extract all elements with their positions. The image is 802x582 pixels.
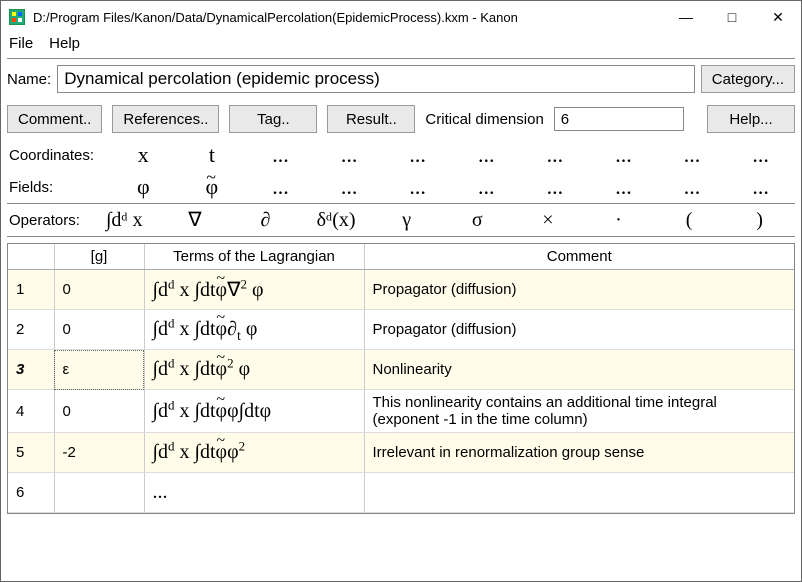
minimize-button[interactable]: — [663,1,709,33]
row-comment[interactable]: Irrelevant in renormalization group sens… [364,433,794,473]
help-button[interactable]: Help... [707,105,795,133]
window-controls: — □ ✕ [663,1,801,33]
row-g[interactable]: 0 [54,270,144,310]
row-index[interactable]: 4 [8,390,54,433]
coordinate-cell-6[interactable]: ... [521,141,590,169]
row-term[interactable]: ∫dd x ∫dtφ∇2 φ [144,270,364,310]
col-header-g[interactable]: [g] [54,244,144,270]
coordinate-cell-5[interactable]: ... [452,141,521,169]
operator-cell-8[interactable]: ( [654,206,725,234]
table-row[interactable]: 6... [8,473,794,513]
menubar: File Help [1,33,801,58]
row-term[interactable]: ∫dd x ∫dtφφ2 [144,433,364,473]
references-button[interactable]: References.. [112,105,219,133]
category-button[interactable]: Category... [701,65,795,93]
field-cell-4[interactable]: ... [383,173,452,201]
operator-cell-7[interactable]: · [583,206,654,234]
table-row[interactable]: 20∫dd x ∫dtφ∂t φPropagator (diffusion) [8,310,794,350]
operator-cell-5[interactable]: σ [442,206,513,234]
field-cell-5[interactable]: ... [452,173,521,201]
lagrangian-table: [g] Terms of the Lagrangian Comment 10∫d… [7,243,795,514]
fields-label: Fields: [9,179,109,196]
critical-dimension-label: Critical dimension [425,111,543,128]
operator-cell-1[interactable]: ∇ [160,206,231,234]
row-g[interactable]: -2 [54,433,144,473]
name-input[interactable] [57,65,695,93]
row-index[interactable]: 3 [8,350,54,390]
row-comment[interactable]: This nonlinearity contains an additional… [364,390,794,433]
row-term[interactable]: ∫dd x ∫dtφ2 φ [144,350,364,390]
coordinate-cell-7[interactable]: ... [589,141,658,169]
table-row[interactable]: 5-2∫dd x ∫dtφφ2Irrelevant in renormaliza… [8,433,794,473]
app-icon [9,9,25,25]
field-cell-1[interactable]: φ [178,173,247,201]
row-comment[interactable]: Propagator (diffusion) [364,270,794,310]
menu-help[interactable]: Help [49,35,80,52]
operator-cell-6[interactable]: × [513,206,584,234]
row-comment[interactable]: Nonlinearity [364,350,794,390]
result-button[interactable]: Result.. [327,105,415,133]
row-comment[interactable]: Propagator (diffusion) [364,310,794,350]
col-header-comment[interactable]: Comment [364,244,794,270]
col-header-index[interactable] [8,244,54,270]
operator-cell-9[interactable]: ) [724,206,795,234]
close-button[interactable]: ✕ [755,1,801,33]
critical-dimension-input[interactable] [554,107,684,131]
row-g[interactable]: 0 [54,390,144,433]
operator-cell-3[interactable]: δᵈ(x) [301,206,372,234]
row-index[interactable]: 1 [8,270,54,310]
table-row[interactable]: 10∫dd x ∫dtφ∇2 φPropagator (diffusion) [8,270,794,310]
coordinates-label: Coordinates: [9,147,109,164]
field-cell-9[interactable]: ... [726,173,795,201]
coordinate-cell-9[interactable]: ... [726,141,795,169]
name-label: Name: [7,71,51,88]
titlebar: D:/Program Files/Kanon/Data/DynamicalPer… [1,1,801,33]
operator-cell-4[interactable]: γ [371,206,442,234]
row-term[interactable]: ... [144,473,364,513]
table-row[interactable]: 3ε∫dd x ∫dtφ2 φNonlinearity [8,350,794,390]
coordinate-cell-8[interactable]: ... [658,141,727,169]
separator [7,236,795,237]
field-cell-8[interactable]: ... [658,173,727,201]
coordinates-row: Coordinates: xt........................ [1,139,801,171]
row-comment[interactable] [364,473,794,513]
field-cell-3[interactable]: ... [315,173,384,201]
coordinate-cell-0[interactable]: x [109,141,178,169]
table-row[interactable]: 40∫dd x ∫dtφφ∫dtφThis nonlinearity conta… [8,390,794,433]
coordinate-cell-3[interactable]: ... [315,141,384,169]
maximize-button[interactable]: □ [709,1,755,33]
window-title: D:/Program Files/Kanon/Data/DynamicalPer… [33,10,663,25]
row-term[interactable]: ∫dd x ∫dtφφ∫dtφ [144,390,364,433]
table-header-row: [g] Terms of the Lagrangian Comment [8,244,794,270]
row-g[interactable]: ε [54,350,144,390]
field-cell-6[interactable]: ... [521,173,590,201]
toolbar-row: Comment.. References.. Tag.. Result.. Cr… [1,99,801,139]
field-cell-2[interactable]: ... [246,173,315,201]
operator-cell-0[interactable]: ∫dᵈ x [89,206,160,234]
operators-row: Operators: ∫dᵈ x∇∂δᵈ(x)γσ×·() [1,204,801,236]
row-index[interactable]: 5 [8,433,54,473]
field-cell-0[interactable]: φ [109,173,178,201]
col-header-terms[interactable]: Terms of the Lagrangian [144,244,364,270]
tag-button[interactable]: Tag.. [229,105,317,133]
name-row: Name: Category... [1,59,801,99]
field-cell-7[interactable]: ... [589,173,658,201]
row-index[interactable]: 2 [8,310,54,350]
coordinate-cell-4[interactable]: ... [383,141,452,169]
row-g[interactable] [54,473,144,513]
row-term[interactable]: ∫dd x ∫dtφ∂t φ [144,310,364,350]
menu-file[interactable]: File [9,35,33,52]
operator-cell-2[interactable]: ∂ [230,206,301,234]
fields-row: Fields: φφ........................ [1,171,801,203]
row-index[interactable]: 6 [8,473,54,513]
operators-label: Operators: [9,212,89,229]
comment-button[interactable]: Comment.. [7,105,102,133]
coordinate-cell-2[interactable]: ... [246,141,315,169]
row-g[interactable]: 0 [54,310,144,350]
